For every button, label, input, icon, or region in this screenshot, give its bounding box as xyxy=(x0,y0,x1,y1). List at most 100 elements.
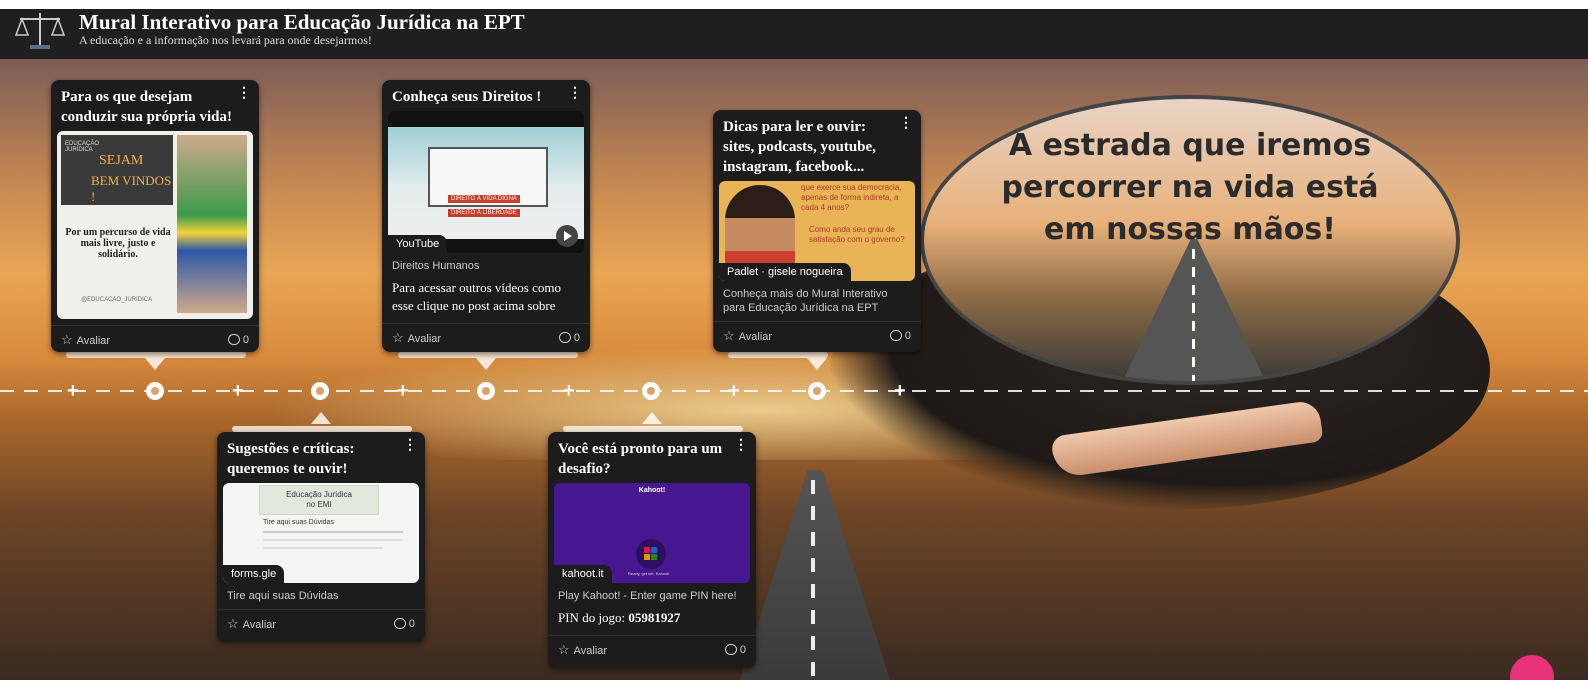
comments-button[interactable]: 0 xyxy=(889,330,911,342)
post-card-challenge[interactable]: ⋮ Você está pronto para um desafio? Kaho… xyxy=(548,432,756,668)
timeline-node[interactable] xyxy=(642,382,660,400)
timeline-add-icon[interactable]: + xyxy=(67,381,79,401)
source-badge: kahoot.it xyxy=(554,565,612,583)
banner-line-1: A estrada que iremos xyxy=(1008,128,1372,163)
card-pointer xyxy=(311,412,331,424)
card-title: Dicas para ler e ouvir: sites, podcasts,… xyxy=(723,119,876,175)
card-footer: ☆ Avaliar 0 xyxy=(713,321,921,350)
comments-button[interactable]: 0 xyxy=(393,618,415,630)
pin-value: 05981927 xyxy=(628,610,681,625)
comments-button[interactable]: 0 xyxy=(227,334,249,346)
timeline-add-icon[interactable]: + xyxy=(397,381,409,401)
timeline-add-icon[interactable]: + xyxy=(728,381,740,401)
page-title: Mural Interativo para Educação Jurídica … xyxy=(79,10,525,34)
card-caption: Conheça mais do Mural Interativo para Ed… xyxy=(723,288,888,314)
star-icon: ☆ xyxy=(558,642,570,657)
banner-line-3: em nossas mãos! xyxy=(1044,212,1336,247)
rate-label: Avaliar xyxy=(407,333,442,345)
kahoot-logo: Kahoot! xyxy=(638,487,666,494)
scales-logo-icon xyxy=(14,13,66,49)
card-footer: ☆ Avaliar 0 xyxy=(51,325,259,352)
top-strip xyxy=(0,0,1588,9)
pin-text: PIN do jogo: 05981927 xyxy=(548,603,756,629)
rate-button[interactable]: ☆ Avaliar xyxy=(392,330,441,346)
comment-count: 0 xyxy=(242,334,249,346)
rate-button[interactable]: ☆ Avaliar xyxy=(227,616,276,632)
banner-line-2: percorrer na vida está xyxy=(1001,170,1379,205)
thumb-brand: EDUCAÇÃO JURÍDICA xyxy=(65,141,100,153)
form-thumbnail[interactable]: Educação Jurídica no EMI Tire aqui suas … xyxy=(223,483,419,583)
rate-button[interactable]: ☆ Avaliar xyxy=(61,332,110,348)
sign-1: DIREITO À VIDA DIGNA xyxy=(448,195,520,203)
timeline-node[interactable] xyxy=(477,382,495,400)
timeline-node[interactable] xyxy=(808,382,826,400)
header-bar: Mural Interativo para Educação Jurídica … xyxy=(0,9,1588,59)
rate-label: Avaliar xyxy=(76,335,111,347)
comment-count: 0 xyxy=(573,332,580,344)
card-menu-icon[interactable]: ⋮ xyxy=(734,437,748,451)
video-thumbnail[interactable]: DIREITO À VIDA DIGNA DIREITO À LIBERDADE… xyxy=(388,111,584,253)
timeline-add-icon[interactable]: + xyxy=(894,381,906,401)
post-card-rights[interactable]: ⋮ Conheça seus Direitos ! DIREITO À VIDA… xyxy=(382,80,590,352)
post-card-feedback[interactable]: ⋮ Sugestões e críticas: queremos te ouvi… xyxy=(217,432,425,642)
comments-button[interactable]: 0 xyxy=(558,332,580,344)
form-subheader: Tire aqui suas Dúvidas xyxy=(263,519,334,526)
page-subtitle: A educação e a informação nos levará par… xyxy=(79,33,372,47)
card-thumbnail[interactable]: EDUCAÇÃO JURÍDICA SEJAM BEM VINDOS ! Por… xyxy=(57,131,253,319)
card-menu-icon[interactable]: ⋮ xyxy=(403,437,417,451)
card-title: Para os que desejam conduzir sua própria… xyxy=(61,89,232,125)
welcome-banner: EDUCAÇÃO JURÍDICA SEJAM BEM VINDOS ! xyxy=(61,135,173,205)
comment-count: 0 xyxy=(408,618,415,630)
rate-label: Avaliar xyxy=(242,619,277,631)
card-caption: Play Kahoot! - Enter game PIN here! xyxy=(558,590,737,602)
card-pointer xyxy=(145,358,165,370)
card-pointer xyxy=(476,358,496,370)
kahoot-subtitle: Ready, get set, Kahoot! xyxy=(628,571,670,576)
thumb-footer: @EDUCACAO_JURIDICA xyxy=(81,297,153,303)
hands-flag-image xyxy=(177,135,247,313)
card-pointer xyxy=(642,412,662,424)
thumb-text-1: que exerce sua democracia, apenas de for… xyxy=(801,183,902,212)
comment-icon xyxy=(227,334,240,345)
source-badge: YouTube xyxy=(388,235,448,253)
play-icon[interactable] xyxy=(556,225,578,247)
add-post-button[interactable] xyxy=(1510,655,1554,680)
card-thumbnail[interactable]: que exerce sua democracia, apenas de for… xyxy=(719,181,915,281)
card-caption: Tire aqui suas Dúvidas xyxy=(227,590,339,602)
comment-icon xyxy=(724,644,737,655)
rate-button[interactable]: ☆ Avaliar xyxy=(558,642,607,658)
card-caption: Direitos Humanos xyxy=(392,260,480,272)
post-card-welcome[interactable]: ⋮ Para os que desejam conduzir sua própr… xyxy=(51,80,259,352)
card-title: Você está pronto para um desafio? xyxy=(558,441,723,477)
form-header-image: Educação Jurídica no EMI xyxy=(259,485,379,515)
card-title: Conheça seus Direitos ! xyxy=(392,89,542,105)
post-card-tips[interactable]: ⋮ Dicas para ler e ouvir: sites, podcast… xyxy=(713,110,921,352)
star-icon: ☆ xyxy=(61,332,73,347)
card-menu-icon[interactable]: ⋮ xyxy=(899,115,913,129)
star-icon: ☆ xyxy=(723,328,735,343)
card-menu-icon[interactable]: ⋮ xyxy=(568,85,582,99)
rate-label: Avaliar xyxy=(573,645,608,657)
banner-text: A estrada que iremos percorrer na vida e… xyxy=(924,125,1456,251)
pin-label: PIN do jogo: xyxy=(558,610,626,625)
form-header-text: Educação Jurídica no EMI xyxy=(286,490,352,509)
card-menu-icon[interactable]: ⋮ xyxy=(237,85,251,99)
comments-button[interactable]: 0 xyxy=(724,644,746,656)
video-frame: DIREITO À VIDA DIGNA DIREITO À LIBERDADE xyxy=(388,127,584,239)
road-bubble-image: A estrada que iremos percorrer na vida e… xyxy=(920,95,1460,385)
card-footer: ☆ Avaliar 0 xyxy=(382,323,590,352)
thumb-heading-1: SEJAM xyxy=(99,153,144,168)
comment-count: 0 xyxy=(904,330,911,342)
timeline-add-icon[interactable]: + xyxy=(563,381,575,401)
road-image xyxy=(740,470,890,680)
comment-count: 0 xyxy=(739,644,746,656)
timeline-add-icon[interactable]: + xyxy=(232,381,244,401)
card-footer: ☆ Avaliar 0 xyxy=(217,609,425,638)
timeline-node[interactable] xyxy=(311,382,329,400)
star-icon: ☆ xyxy=(392,330,404,345)
kahoot-thumbnail[interactable]: Kahoot! Ready, get set, Kahoot! kahoot.i… xyxy=(554,483,750,583)
rate-button[interactable]: ☆ Avaliar xyxy=(723,328,772,344)
timeline-node[interactable] xyxy=(146,382,164,400)
card-title: Sugestões e críticas: queremos te ouvir! xyxy=(227,441,355,477)
comment-icon xyxy=(393,618,406,629)
